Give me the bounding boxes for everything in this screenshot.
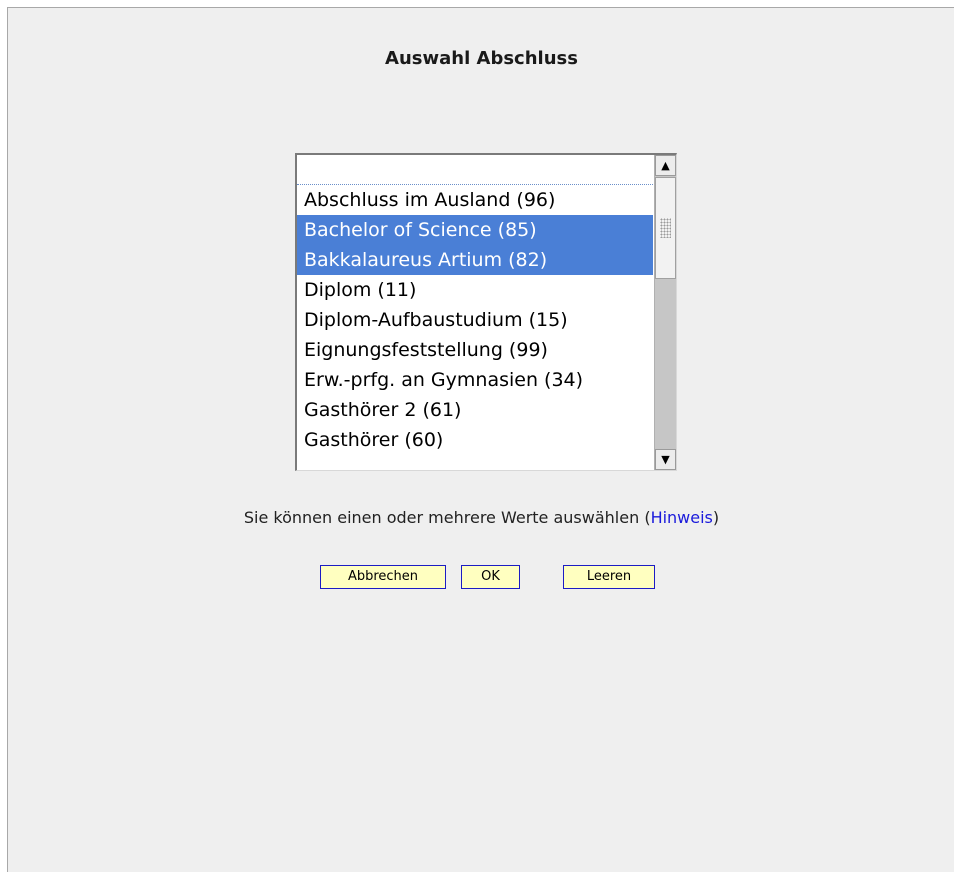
arrow-up-icon[interactable]: ▲ (655, 155, 676, 176)
arrow-down-icon[interactable]: ▼ (655, 449, 676, 470)
hint-link[interactable]: Hinweis (651, 508, 713, 527)
list-option[interactable]: Abschluss im Ausland (96) (297, 185, 653, 215)
list-option[interactable]: Diplom (11) (297, 275, 653, 305)
list-option[interactable]: Diplom-Aufbaustudium (15) (297, 305, 653, 335)
clear-button[interactable]: Leeren (563, 565, 655, 589)
hint-text: Sie können einen oder mehrere Werte ausw… (243, 508, 651, 527)
ok-button[interactable]: OK (461, 565, 520, 589)
listbox-options: Abschluss im Ausland (96) Bachelor of Sc… (297, 155, 653, 470)
cancel-button[interactable]: Abbrechen (320, 565, 446, 589)
list-option[interactable]: Gasthörer (60) (297, 425, 653, 455)
selection-hint: Sie können einen oder mehrere Werte ausw… (8, 508, 954, 527)
hint-text-end: ) (712, 508, 720, 527)
degree-listbox[interactable]: Abschluss im Ausland (96) Bachelor of Sc… (295, 153, 677, 471)
dialog-title: Auswahl Abschluss (385, 48, 578, 69)
selection-dialog: Auswahl Abschluss Abschluss im Ausland (… (7, 7, 954, 872)
list-option[interactable]: Eignungsfeststellung (99) (297, 335, 653, 365)
scrollbar-thumb[interactable] (655, 177, 676, 279)
grip-icon (660, 218, 671, 238)
list-option[interactable]: Gasthörer 2 (61) (297, 395, 653, 425)
list-option[interactable] (297, 155, 653, 185)
list-option[interactable]: Bakkalaureus Artium (82) (297, 245, 653, 275)
listbox-scrollbar[interactable]: ▲ ▼ (654, 155, 676, 470)
list-option[interactable]: Erw.-prfg. an Gymnasien (34) (297, 365, 653, 395)
list-option[interactable]: Bachelor of Science (85) (297, 215, 653, 245)
